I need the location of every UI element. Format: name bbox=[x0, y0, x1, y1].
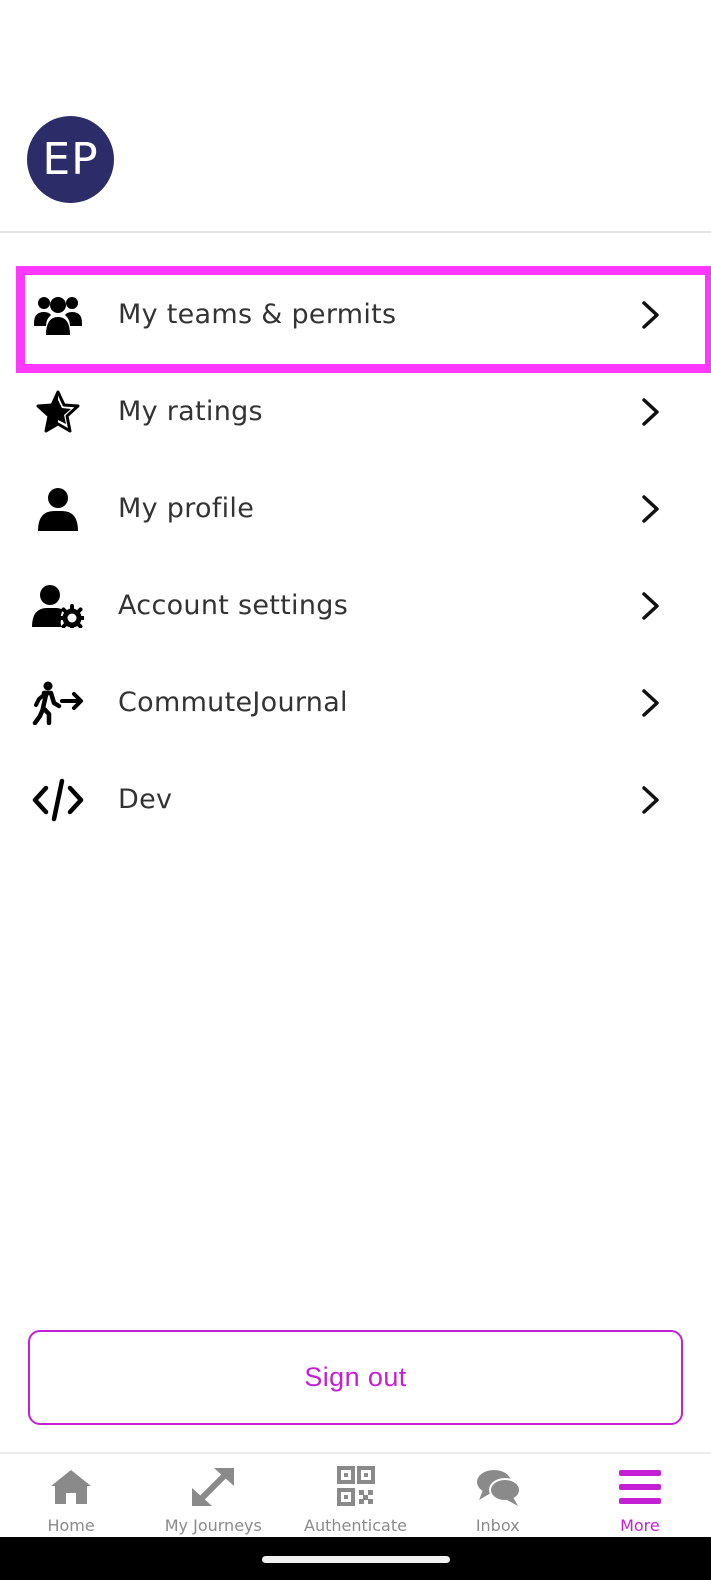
tab-inbox[interactable]: Inbox bbox=[427, 1454, 569, 1537]
code-icon bbox=[30, 776, 86, 824]
user-gear-icon bbox=[30, 582, 86, 630]
menu-item-label: My ratings bbox=[118, 396, 263, 427]
user-icon bbox=[30, 485, 86, 533]
home-indicator[interactable] bbox=[262, 1556, 450, 1563]
menu-item-label: Dev bbox=[118, 784, 173, 815]
tab-label: More bbox=[620, 1516, 660, 1535]
more-menu: My teams & permits My ratings My profile… bbox=[0, 266, 711, 848]
menu-item-label: CommuteJournal bbox=[118, 687, 348, 718]
chevron-right-icon bbox=[640, 397, 662, 427]
menu-icon bbox=[618, 1470, 661, 1504]
menu-item-label: My teams & permits bbox=[118, 299, 397, 330]
tab-more[interactable]: More bbox=[569, 1454, 711, 1537]
tab-label: My Journeys bbox=[164, 1516, 262, 1535]
chat-bubbles-icon bbox=[476, 1470, 521, 1506]
chevron-right-icon bbox=[640, 688, 662, 718]
tab-authenticate[interactable]: Authenticate bbox=[284, 1454, 426, 1537]
menu-item-label: Account settings bbox=[118, 590, 349, 621]
home-icon bbox=[51, 1470, 92, 1504]
menu-item-profile[interactable]: My profile bbox=[0, 460, 711, 557]
bottom-tab-bar: Home My Journeys Authenticate Inbox More bbox=[0, 1452, 711, 1537]
avatar-initials: EP bbox=[42, 134, 99, 185]
menu-item-dev[interactable]: Dev bbox=[0, 751, 711, 848]
chevron-right-icon bbox=[640, 300, 662, 330]
qr-code-icon bbox=[336, 1466, 375, 1506]
avatar[interactable]: EP bbox=[27, 116, 114, 203]
chevron-right-icon bbox=[640, 494, 662, 524]
users-icon bbox=[30, 291, 86, 339]
menu-item-label: My profile bbox=[118, 493, 255, 524]
menu-item-account-settings[interactable]: Account settings bbox=[0, 557, 711, 654]
menu-item-teams-permits[interactable]: My teams & permits bbox=[0, 266, 711, 373]
sign-out-button[interactable]: Sign out bbox=[28, 1330, 683, 1425]
menu-item-ratings[interactable]: My ratings bbox=[0, 363, 711, 460]
tab-label: Authenticate bbox=[304, 1516, 407, 1535]
chevron-right-icon bbox=[640, 591, 662, 621]
walking-arrow-icon bbox=[30, 679, 86, 727]
tab-my-journeys[interactable]: My Journeys bbox=[142, 1454, 284, 1537]
expand-arrows-icon bbox=[192, 1468, 235, 1506]
menu-item-commutejournal[interactable]: CommuteJournal bbox=[0, 654, 711, 751]
tab-home[interactable]: Home bbox=[0, 1454, 142, 1537]
tab-label: Inbox bbox=[475, 1516, 520, 1535]
tab-label: Home bbox=[47, 1516, 95, 1535]
header-divider bbox=[0, 231, 711, 233]
star-half-icon bbox=[30, 388, 86, 436]
chevron-right-icon bbox=[640, 785, 662, 815]
more-screen: EP My teams & permits My ratings My prof… bbox=[0, 0, 711, 1580]
